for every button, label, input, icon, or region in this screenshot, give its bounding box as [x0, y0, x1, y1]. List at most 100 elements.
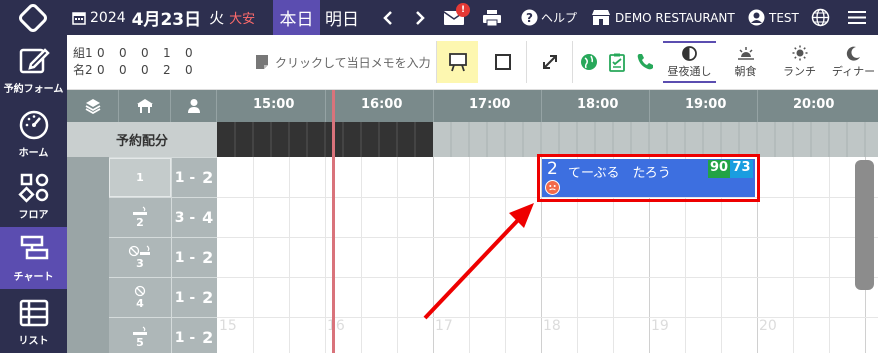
meal-tab-dinner[interactable]: ディナー	[827, 41, 878, 83]
prev-day-button[interactable]	[382, 0, 394, 35]
dashboard-icon	[19, 110, 48, 140]
allocation-label: 予約配分	[67, 122, 217, 157]
date-picker[interactable]: 2024 4月23日 火 大安	[72, 0, 255, 35]
hour-label: 16:00	[361, 97, 403, 112]
meal-tab-all-day[interactable]: 昼夜通し	[663, 41, 716, 83]
stats-people-label: 名2	[73, 63, 93, 77]
table-row[interactable]: 3 1 - 2	[109, 237, 217, 277]
web-reservation-button[interactable]	[580, 41, 598, 83]
left-nav: 予約フォーム ホーム フロア チャート リスト	[0, 35, 67, 353]
toggle-box-button[interactable]	[482, 41, 524, 83]
table-icon	[136, 99, 153, 113]
today-button[interactable]: 本日	[273, 0, 320, 35]
hour-label: 15:00	[253, 97, 295, 112]
table-row[interactable]: 2 3 - 4	[109, 197, 217, 237]
meal-label: ディナー	[831, 64, 876, 78]
table-capacity: 1 - 2	[174, 288, 214, 307]
daily-memo-input[interactable]: クリックして当日メモを入力	[255, 41, 435, 83]
reservation-chart: 15:00 16:00 17:00 18:00 19:00 20:00 予約配分	[67, 90, 878, 353]
meal-label: 朝食	[734, 64, 757, 78]
list-icon	[19, 299, 48, 327]
no-smoking-icon	[134, 285, 146, 297]
store-icon	[592, 10, 610, 25]
globe-icon	[811, 8, 830, 27]
smoking-icon	[133, 326, 147, 335]
memo-icon	[256, 55, 268, 69]
memo-placeholder: クリックして当日メモを入力	[275, 55, 431, 70]
presentation-button[interactable]	[437, 41, 478, 83]
reservation-body[interactable]: 2 てーぶる たろう 90 73	[542, 159, 755, 197]
rokuyo-label: 大安	[229, 12, 256, 27]
table-name: 1	[109, 158, 171, 197]
help-button[interactable]: ? ヘルプ	[521, 0, 577, 35]
hour-watermark: 18	[543, 318, 561, 334]
score-badge-green: 90	[708, 160, 730, 178]
tomorrow-button[interactable]: 明日	[325, 0, 359, 35]
nav-label: フロア	[18, 210, 49, 221]
layers-button[interactable]	[67, 90, 119, 122]
table-capacity: 3 - 4	[174, 208, 214, 227]
svg-text:?: ?	[526, 11, 533, 25]
presentation-icon	[448, 53, 467, 72]
nav-label: 予約フォーム	[3, 84, 64, 95]
date-year: 2024	[90, 9, 126, 26]
table-view-button[interactable]	[119, 90, 171, 122]
nav-floor[interactable]: フロア	[0, 165, 67, 227]
table-name: 5	[109, 318, 171, 353]
checklist-button[interactable]	[609, 41, 625, 83]
printer-icon	[483, 9, 501, 26]
help-label: ヘルプ	[541, 11, 578, 25]
phone-button[interactable]	[636, 41, 654, 83]
stats-people-seated: 0	[185, 63, 193, 77]
date-month-day: 4月23日	[131, 10, 202, 30]
reservation-block[interactable]: 2 てーぶる たろう 90 73	[537, 154, 760, 202]
current-time-line	[332, 90, 335, 353]
stats-people-web: 0	[97, 63, 105, 77]
expand-icon	[543, 55, 557, 69]
guest-name: てーぶる たろう	[568, 166, 671, 181]
fullscreen-button[interactable]	[529, 41, 571, 83]
hour-label: 17:00	[469, 97, 511, 112]
score-badge-blue: 73	[730, 160, 753, 178]
chart-icon	[20, 235, 48, 260]
party-size: 2	[547, 159, 558, 179]
user-menu[interactable]: TEST	[748, 0, 799, 35]
allocation-strip[interactable]	[217, 122, 878, 157]
app-logo-icon[interactable]	[18, 0, 48, 35]
sun-icon	[792, 45, 807, 61]
store-selector[interactable]: DEMO RESTAURANT	[591, 0, 735, 35]
sunrise-icon	[737, 46, 754, 60]
meal-tab-breakfast[interactable]: 朝食	[719, 41, 772, 83]
meal-tab-lunch[interactable]: ランチ	[773, 41, 826, 83]
table-row[interactable]: 4 1 - 2	[109, 277, 217, 317]
nav-label: リスト	[18, 336, 49, 347]
table-capacity: 1 - 2	[174, 168, 214, 187]
language-button[interactable]	[811, 0, 830, 35]
globe-green-icon	[581, 54, 597, 70]
table-row[interactable]: 1 1 - 2	[109, 157, 217, 197]
nav-home[interactable]: ホーム	[0, 103, 67, 165]
vertical-scrollbar[interactable]	[855, 160, 874, 290]
hour-watermark: 19	[651, 318, 669, 334]
nav-list[interactable]: リスト	[0, 291, 67, 353]
nav-reservation-form[interactable]: 予約フォーム	[0, 39, 67, 101]
table-name: 3	[109, 238, 171, 277]
stats-groups-walkin: 0	[119, 46, 127, 60]
user-name: TEST	[769, 10, 799, 25]
next-day-button[interactable]	[414, 0, 426, 35]
meal-label: ランチ	[783, 65, 816, 78]
hamburger-menu-button[interactable]	[848, 0, 866, 35]
calendar-icon	[72, 11, 86, 25]
stats-groups-pending: 0	[141, 46, 149, 60]
layers-icon	[85, 99, 100, 114]
table-row[interactable]: 5 1 - 2	[109, 317, 217, 353]
hour-watermark: 15	[219, 318, 237, 334]
half-circle-icon	[682, 45, 697, 61]
staff-view-button[interactable]	[171, 90, 217, 122]
table-name: 4	[109, 278, 171, 317]
question-icon: ?	[521, 9, 538, 26]
print-button[interactable]	[482, 0, 502, 35]
hour-label: 19:00	[685, 97, 727, 112]
mail-badge: !	[456, 3, 470, 17]
nav-chart[interactable]: チャート	[0, 227, 67, 289]
